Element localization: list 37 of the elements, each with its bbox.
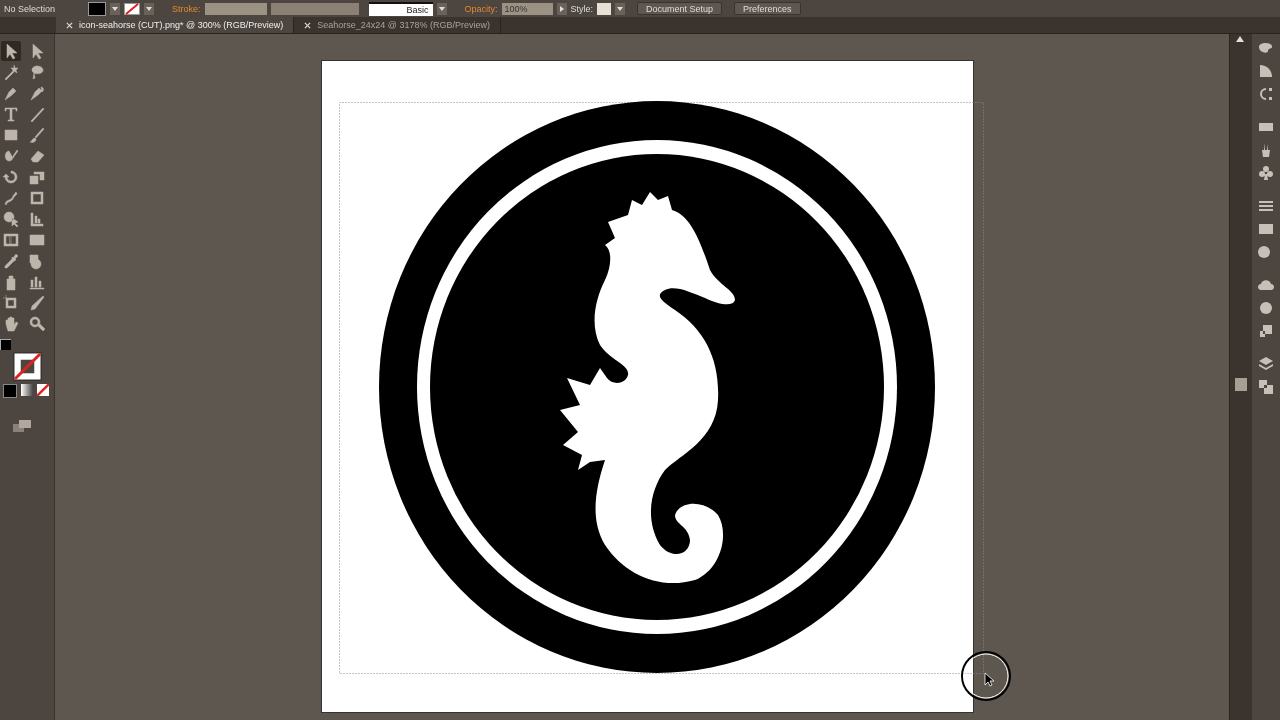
style-label: Style: [570,2,594,15]
color-mode-icon[interactable] [3,384,17,398]
toolbar-button[interactable]: Preferences [734,2,801,15]
knife-icon[interactable] [27,293,47,313]
brush-icon[interactable] [27,125,47,145]
frames-icon[interactable] [1256,377,1276,397]
screen-mode-icon[interactable] [12,419,32,433]
shape-builder-icon[interactable] [1,209,21,229]
club-icon[interactable] [1256,163,1276,183]
stroke-weight-field[interactable] [204,2,267,15]
rotate-icon[interactable] [1,167,21,187]
variable-width-field[interactable] [270,2,359,15]
magnifier-icon[interactable] [27,314,47,334]
type-icon[interactable] [1,104,21,124]
none-mode-icon[interactable] [37,384,49,396]
opacity-label: Opacity: [464,2,498,15]
transform-icon[interactable] [27,188,47,208]
stroke-swatch[interactable] [124,2,140,15]
fill-color-swatch[interactable] [0,339,11,350]
opacity-field[interactable]: 100% [501,2,553,15]
graph-icon[interactable] [27,209,47,229]
style-swatch[interactable] [597,2,612,15]
stroke-label: Stroke: [172,2,201,15]
toolbar-button[interactable]: Document Setup [637,2,723,15]
eyedropper-icon[interactable] [1,251,21,271]
close-icon[interactable] [304,21,312,29]
scroll-up-icon[interactable] [1236,36,1244,42]
stroke-color-swatch[interactable] [13,352,42,381]
vertical-scrollbar[interactable] [1229,34,1252,720]
scroll-thumb[interactable] [1235,378,1247,391]
selection-status: No Selection [4,2,57,15]
brush-field[interactable]: Basic [368,1,433,16]
gradient-mode-icon[interactable] [21,384,33,396]
close-icon[interactable] [66,21,73,29]
fill-swatch[interactable] [88,1,106,16]
document-tab[interactable]: icon-seahorse (CUT).png* @ 300% (RGB/Preview) [56,17,295,33]
document-tab[interactable]: Seahorse_24x24 @ 3178% (RGB/Preview) [294,17,501,33]
